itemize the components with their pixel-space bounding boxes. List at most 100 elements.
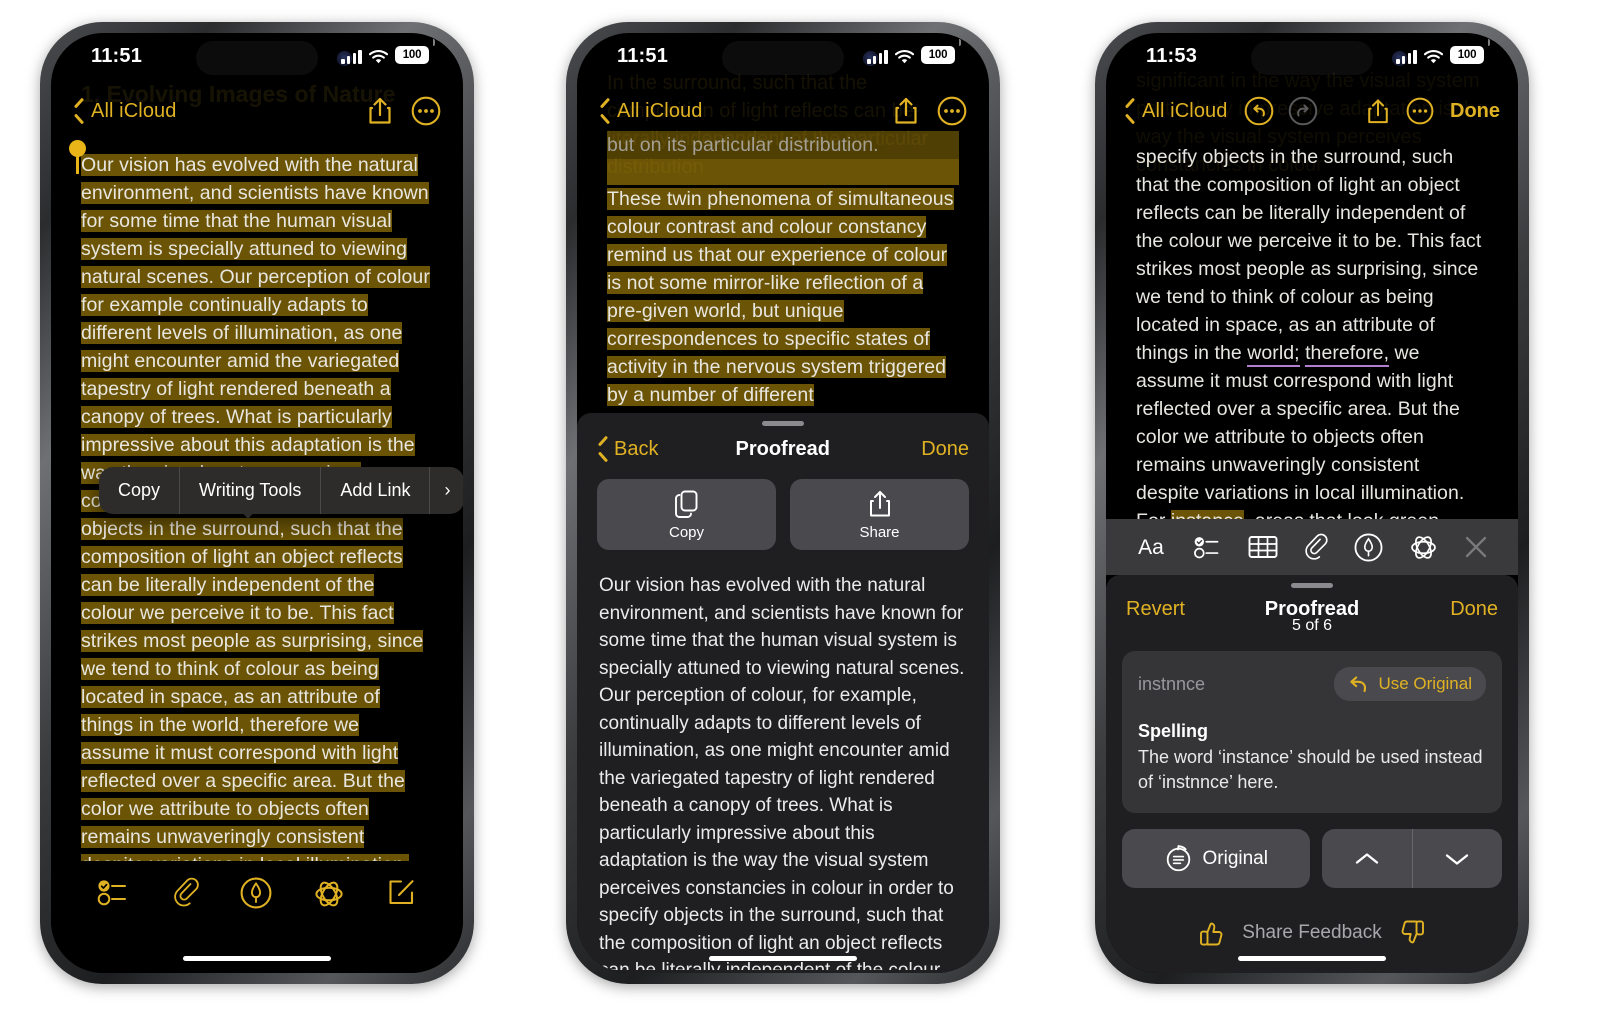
- sheet-back-button[interactable]: Back: [597, 438, 658, 461]
- status-bar: 11:51 100: [51, 33, 463, 85]
- note-blank-line: [607, 159, 959, 185]
- battery-icon: 100: [1450, 46, 1484, 64]
- wifi-icon: [895, 50, 914, 64]
- back-button[interactable]: All iCloud: [1124, 100, 1227, 123]
- share-icon[interactable]: [367, 96, 393, 126]
- checklist-icon[interactable]: [97, 877, 131, 907]
- text-context-menu[interactable]: Copy Writing Tools Add Link ›: [99, 467, 463, 514]
- suggestion-nav: [1322, 829, 1502, 888]
- wifi-icon: [1424, 50, 1443, 64]
- nav-actions: [893, 96, 967, 126]
- share-feedback-row: Share Feedback: [1106, 918, 1518, 954]
- home-indicator: [709, 955, 857, 961]
- thumbs-down-icon[interactable]: [1398, 918, 1428, 948]
- redo-icon: [1288, 96, 1318, 126]
- compose-icon[interactable]: [387, 877, 417, 907]
- undo-icon[interactable]: [1244, 96, 1274, 126]
- nav-bar: All iCloud: [577, 85, 989, 137]
- done-button[interactable]: Done: [1450, 100, 1500, 123]
- more-options-icon[interactable]: [937, 96, 967, 126]
- original-text-icon: [1166, 845, 1190, 872]
- copy-button[interactable]: Copy: [597, 479, 776, 550]
- back-button[interactable]: All iCloud: [599, 100, 702, 123]
- proofread-sheet: Revert Proofread Done 5 of 6 instnnce Us…: [1106, 575, 1518, 973]
- note-body[interactable]: specify objects in the surround, such th…: [1106, 143, 1518, 543]
- note-text: Our vision has evolved with the natural …: [81, 154, 430, 932]
- next-suggestion-button[interactable]: [1413, 829, 1502, 888]
- phone-1: 11:51 100 1. Evolving Images of Nature A…: [40, 22, 474, 984]
- chevron-left-icon: [1124, 102, 1135, 121]
- share-icon[interactable]: [1366, 97, 1390, 126]
- original-word: instnnce: [1138, 673, 1206, 694]
- original-label: Original: [1202, 847, 1268, 869]
- apple-intelligence-icon[interactable]: [1408, 532, 1439, 563]
- share-label: Share: [859, 524, 900, 541]
- share-feedback-label[interactable]: Share Feedback: [1242, 922, 1381, 944]
- status-bar: 11:51 100: [577, 33, 989, 85]
- selection-handle-start[interactable]: [69, 140, 86, 174]
- menu-item-writing-tools[interactable]: Writing Tools: [180, 467, 322, 514]
- suggestion-description: The word ‘instance’ should be used inste…: [1138, 747, 1483, 792]
- markup-icon[interactable]: [240, 877, 272, 909]
- use-original-button[interactable]: Use Original: [1334, 667, 1486, 701]
- status-time: 11:53: [1146, 45, 1198, 67]
- note-segment-plain-2: we assume it must correspond with light …: [1136, 342, 1465, 532]
- suggestion-kind: Spelling: [1138, 721, 1209, 741]
- proofread-result-text: Our vision has evolved with the natural …: [599, 575, 965, 970]
- cellular-signal-icon: [1396, 49, 1417, 64]
- back-label: All iCloud: [1142, 99, 1228, 122]
- phone-3-screen: 11:53 100 significant in the way the vis…: [1106, 33, 1518, 973]
- sheet-back-label: Back: [614, 438, 659, 460]
- status-bar: 11:53 100: [1106, 33, 1518, 85]
- share-icon[interactable]: [893, 96, 919, 126]
- previous-suggestion-button[interactable]: [1322, 829, 1413, 888]
- attachment-icon[interactable]: [172, 877, 200, 909]
- table-icon[interactable]: [1248, 534, 1278, 560]
- share-button[interactable]: Share: [790, 479, 969, 550]
- note-body-selected[interactable]: but on its particular distribution. Thes…: [577, 131, 989, 409]
- markup-icon[interactable]: [1354, 533, 1383, 562]
- note-segment-suggestion-therefore[interactable]: therefore,: [1305, 342, 1390, 367]
- chevron-left-icon: [597, 440, 608, 459]
- more-options-icon[interactable]: [411, 96, 441, 126]
- sheet-done-button[interactable]: Done: [907, 438, 969, 461]
- status-indicators: 100: [867, 46, 955, 64]
- note-text-partial: These twin phenomena of simultaneous col…: [607, 188, 954, 406]
- battery-icon: 100: [921, 46, 955, 64]
- screenshot-stage: 11:51 100 1. Evolving Images of Nature A…: [0, 0, 1600, 1022]
- svg-text:Aa: Aa: [1139, 536, 1165, 559]
- format-aa-icon[interactable]: Aa: [1134, 534, 1168, 560]
- nav-bar: All iCloud: [1106, 85, 1518, 137]
- original-toggle-button[interactable]: Original: [1122, 829, 1311, 888]
- proofread-suggestion-card: instnnce Use Original Spelling The word …: [1122, 651, 1502, 813]
- note-segment-suggestion-world[interactable]: world;: [1247, 342, 1300, 367]
- more-options-icon[interactable]: [1406, 97, 1434, 125]
- back-label: All iCloud: [617, 99, 703, 122]
- menu-item-add-link[interactable]: Add Link: [321, 467, 431, 514]
- menu-item-more-chevron-right-icon[interactable]: ›: [430, 467, 463, 514]
- cellular-signal-icon: [867, 49, 888, 64]
- thumbs-up-icon[interactable]: [1196, 918, 1226, 948]
- chevron-left-icon: [73, 102, 84, 121]
- apple-intelligence-icon[interactable]: [312, 877, 346, 911]
- sheet-done-button[interactable]: Done: [1436, 598, 1498, 621]
- revert-button[interactable]: Revert: [1126, 598, 1188, 621]
- chevron-down-icon: [1446, 853, 1469, 865]
- dynamic-island: [196, 41, 318, 75]
- attachment-icon[interactable]: [1303, 533, 1329, 562]
- checklist-icon[interactable]: [1193, 534, 1223, 560]
- status-indicators: 100: [1396, 46, 1484, 64]
- chevron-up-icon: [1355, 852, 1379, 864]
- status-time: 11:51: [91, 45, 143, 67]
- close-icon[interactable]: [1463, 534, 1489, 560]
- copy-label: Copy: [668, 524, 705, 541]
- back-button[interactable]: All iCloud: [73, 100, 176, 123]
- menu-item-copy[interactable]: Copy: [99, 467, 181, 514]
- nav-actions: [367, 96, 441, 126]
- battery-tip-icon: [958, 39, 961, 46]
- note-body-selected[interactable]: Our vision has evolved with the natural …: [51, 140, 463, 935]
- wifi-icon: [369, 50, 388, 64]
- home-indicator: [1238, 955, 1386, 961]
- status-indicators: 100: [341, 46, 429, 64]
- sheet-header: Back Proofread Done: [577, 426, 989, 475]
